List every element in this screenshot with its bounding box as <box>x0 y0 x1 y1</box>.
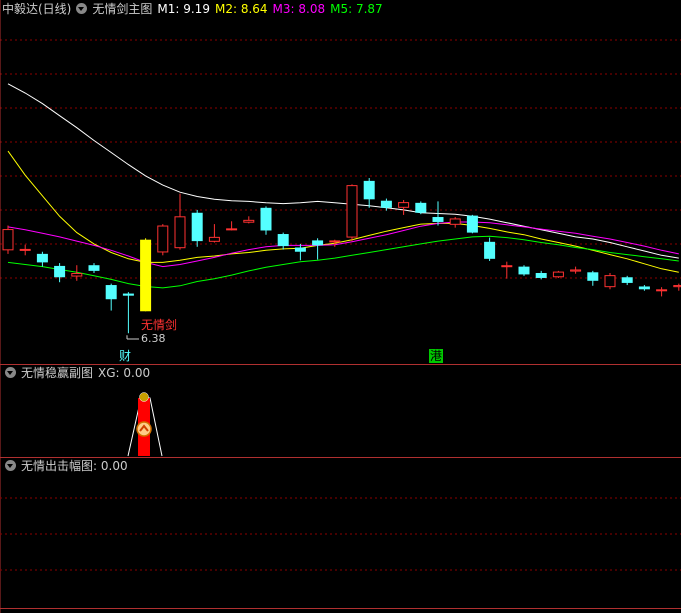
sub2-indicator-name: 无情出击幅图 <box>21 459 94 473</box>
candle-body <box>226 228 238 231</box>
candle-body <box>380 200 392 208</box>
candle-body <box>518 266 530 275</box>
ma-line-m3 <box>7 221 679 268</box>
candle-body <box>432 217 444 222</box>
candle-body <box>294 247 306 252</box>
dropdown-icon[interactable] <box>5 460 16 471</box>
candle-body <box>19 248 31 251</box>
m2-value: M2: 8.64 <box>214 2 268 16</box>
candle-body <box>570 269 582 272</box>
stock-name: 中毅达(日线) <box>2 2 72 16</box>
candle-body <box>105 285 117 300</box>
dropdown-icon[interactable] <box>76 3 88 14</box>
candle-body <box>174 216 186 249</box>
dropdown-icon[interactable] <box>5 367 16 378</box>
indicator-name: 无情剑主图 <box>92 2 153 16</box>
low-price-label: 6.38 <box>141 332 166 345</box>
candle-body <box>449 218 461 225</box>
ma-line-m5 <box>7 235 679 289</box>
candle-body <box>621 277 633 283</box>
candle-body <box>312 240 324 246</box>
candle-body <box>363 180 375 200</box>
m5-value: M5: 7.87 <box>330 2 383 16</box>
up-arrow-icon <box>136 421 152 437</box>
marker-cai: 财 <box>119 349 132 363</box>
candle-body <box>71 273 83 277</box>
candle-body <box>36 253 48 263</box>
candle-body <box>638 286 650 290</box>
candle-body <box>260 207 272 231</box>
marker-gang: 港 <box>429 349 444 363</box>
candle-body <box>329 240 341 243</box>
signal-label: 无情剑 <box>141 318 178 332</box>
main-chart-header: 中毅达(日线) 无情剑主图 M1: 9.19 M2: 8.64 M3: 8.08 M5: … <box>2 2 388 16</box>
ma-line-m1 <box>7 83 679 259</box>
m3-value: M3: 8.08 <box>272 2 326 16</box>
sub2-value: : 0.00 <box>93 459 128 473</box>
candle-body <box>466 215 478 233</box>
candle-body <box>656 289 668 292</box>
candle-body <box>552 271 564 278</box>
candle-body <box>501 265 513 268</box>
candle-body <box>157 225 169 253</box>
candle-body <box>346 185 358 238</box>
candle-body <box>484 241 496 259</box>
candle-body <box>277 234 289 247</box>
candle-body <box>2 229 14 251</box>
xg-value: XG: 0.00 <box>98 366 151 380</box>
candle-body <box>208 236 220 242</box>
candle-body <box>122 293 134 296</box>
sub2-header: 无情出击幅图: 0.00 <box>2 459 133 473</box>
candle-body <box>673 285 681 288</box>
candle-body <box>535 273 547 278</box>
candle-body <box>243 219 255 223</box>
candle-body <box>415 202 427 213</box>
m1-value: M1: 9.19 <box>157 2 210 16</box>
stock-chart <box>0 0 681 613</box>
xg-signal-dot <box>139 392 149 402</box>
candle-body <box>54 265 66 278</box>
candle-body <box>191 212 203 242</box>
candle-body <box>587 272 599 281</box>
sub1-indicator-name: 无情稳赢副图 <box>21 366 94 380</box>
candle-body <box>88 265 100 271</box>
ma-line-m2 <box>7 150 679 273</box>
candle-body <box>398 202 410 208</box>
candle-body <box>604 275 616 288</box>
candle-body <box>140 239 152 312</box>
sub1-header: 无情稳赢副图 XG: 0.00 <box>2 366 155 380</box>
